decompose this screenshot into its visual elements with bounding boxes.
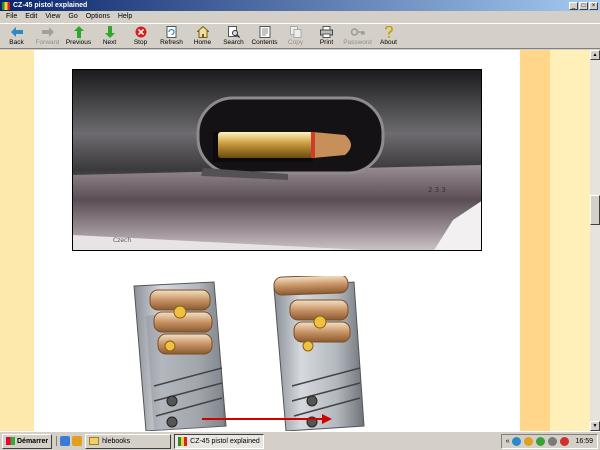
- right-border-stripe: [520, 50, 550, 431]
- desktop-icon[interactable]: [60, 436, 71, 446]
- page-viewport: 2 3 3 Czech: [0, 50, 590, 431]
- contents-button[interactable]: Contents: [249, 24, 280, 49]
- copy-label: Copy: [287, 39, 304, 46]
- ejection-port-photo: 2 3 3 Czech: [72, 69, 482, 251]
- title-bar: CZ-45 pistol explained _ □ ×: [0, 0, 600, 11]
- clock[interactable]: 16:59: [575, 438, 593, 445]
- update-icon[interactable]: [548, 436, 558, 446]
- search-label: Search: [223, 39, 244, 46]
- menu-bar: File Edit View Go Options Help: [0, 11, 600, 22]
- maximize-button[interactable]: □: [579, 1, 588, 10]
- forward-label: Forward: [35, 39, 60, 46]
- taskbar: Démarrer hlebooks CZ-45 pistol explained…: [0, 431, 600, 450]
- scroll-up-button[interactable]: ▲: [590, 50, 600, 60]
- menu-options[interactable]: Options: [82, 13, 114, 20]
- refresh-icon: [166, 26, 177, 38]
- back-label: Back: [9, 39, 24, 46]
- task-cz45[interactable]: CZ-45 pistol explained: [174, 433, 265, 449]
- left-border-stripe: [0, 50, 34, 431]
- contents-icon: [259, 26, 271, 38]
- close-button[interactable]: ×: [589, 1, 598, 10]
- toolbar: Back Forward Previous Next Stop Refresh: [0, 23, 600, 49]
- window-controls: _ □ ×: [569, 1, 598, 10]
- antivirus-icon[interactable]: [560, 436, 570, 446]
- search-icon: [227, 26, 240, 38]
- system-tray: « 16:59: [500, 433, 598, 449]
- volume-icon[interactable]: [524, 436, 534, 446]
- up-arrow-icon: [73, 26, 84, 38]
- magazine-diagram: [124, 274, 404, 431]
- password-label: Password: [343, 39, 372, 46]
- quick-launch: [56, 436, 83, 446]
- task-hlebooks[interactable]: hlebooks: [85, 433, 172, 449]
- home-label: Home: [193, 39, 212, 46]
- menu-go[interactable]: Go: [64, 13, 81, 20]
- menu-edit[interactable]: Edit: [21, 13, 41, 20]
- start-label: Démarrer: [17, 437, 49, 445]
- forward-arrow-icon: [41, 26, 54, 38]
- previous-label: Previous: [65, 39, 92, 46]
- forward-button[interactable]: Forward: [32, 24, 63, 49]
- page-content: 2 3 3 Czech: [34, 50, 520, 431]
- key-icon: [350, 26, 365, 38]
- about-label: About: [380, 39, 397, 46]
- down-arrow-icon: [104, 26, 115, 38]
- window-title: CZ-45 pistol explained: [13, 2, 88, 9]
- back-button[interactable]: Back: [1, 24, 32, 49]
- magazine-right: [273, 274, 365, 431]
- explorer-icon[interactable]: [72, 436, 83, 446]
- previous-button[interactable]: Previous: [63, 24, 94, 49]
- vertical-scrollbar[interactable]: ▲ ▼: [590, 50, 600, 431]
- back-arrow-icon: [10, 26, 23, 38]
- print-label: Print: [319, 39, 334, 46]
- copy-icon: [289, 26, 302, 38]
- magazine-left: [133, 281, 227, 431]
- copy-button[interactable]: Copy: [280, 24, 311, 49]
- folder-icon: [89, 437, 100, 445]
- scroll-thumb[interactable]: [590, 195, 600, 225]
- task-label: CZ-45 pistol explained: [190, 437, 260, 445]
- password-button[interactable]: Password: [342, 24, 373, 49]
- refresh-label: Refresh: [160, 39, 183, 46]
- home-icon: [196, 26, 209, 38]
- network-icon[interactable]: [512, 436, 522, 446]
- print-icon: [320, 26, 333, 38]
- search-button[interactable]: Search: [218, 24, 249, 49]
- right-border-stripe-light: [550, 50, 590, 431]
- print-button[interactable]: Print: [311, 24, 342, 49]
- app-icon: [2, 1, 10, 10]
- about-button[interactable]: About: [373, 24, 404, 49]
- minimize-button[interactable]: _: [569, 1, 578, 10]
- security-icon[interactable]: [536, 436, 546, 446]
- stop-icon: [135, 26, 147, 38]
- menu-help[interactable]: Help: [114, 13, 136, 20]
- start-button[interactable]: Démarrer: [2, 433, 53, 449]
- app-icon: [178, 436, 188, 446]
- menu-view[interactable]: View: [41, 13, 64, 20]
- stop-label: Stop: [133, 39, 148, 46]
- windows-logo-icon: [6, 437, 15, 445]
- menu-file[interactable]: File: [2, 13, 21, 20]
- about-icon: [384, 26, 394, 38]
- refresh-button[interactable]: Refresh: [156, 24, 187, 49]
- svg-text:2 3 3: 2 3 3: [428, 186, 446, 194]
- stop-button[interactable]: Stop: [125, 24, 156, 49]
- scroll-down-button[interactable]: ▼: [590, 421, 600, 431]
- tray-expand-icon[interactable]: «: [506, 438, 510, 445]
- home-button[interactable]: Home: [187, 24, 218, 49]
- next-button[interactable]: Next: [94, 24, 125, 49]
- svg-text:Czech: Czech: [113, 237, 131, 244]
- next-label: Next: [102, 39, 117, 46]
- task-label: hlebooks: [102, 437, 131, 445]
- contents-label: Contents: [251, 39, 278, 46]
